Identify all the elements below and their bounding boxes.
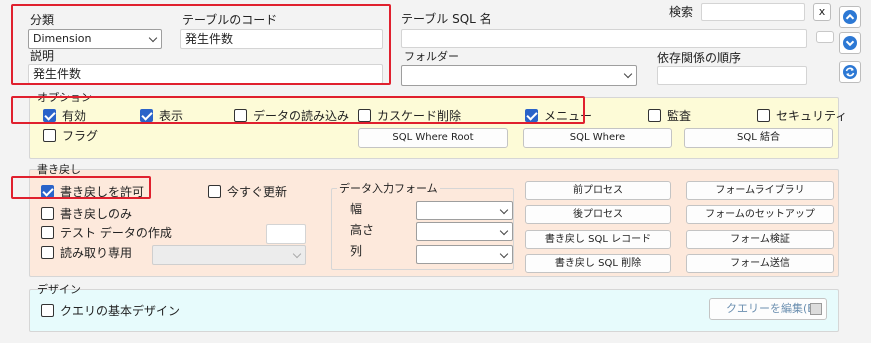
chevron-down-icon	[499, 205, 509, 215]
update-now-label: 今すぐ更新	[227, 185, 288, 199]
form-setup-button[interactable]: フォームのセットアップ	[686, 205, 834, 224]
display-label: 表示	[159, 109, 184, 123]
audit-label: 監査	[667, 109, 692, 123]
folder-label: フォルダー	[404, 50, 459, 63]
table-sql-name-label: テーブル SQL 名	[401, 12, 492, 26]
chevron-down-icon	[292, 249, 302, 259]
checkbox-checked-icon	[43, 109, 56, 122]
flag-label: フラグ	[62, 129, 99, 143]
data-entry-form-legend: データ入力フォーム	[337, 180, 440, 196]
checkbox-icon	[43, 129, 56, 142]
checkbox-icon	[41, 246, 54, 259]
form-send-button[interactable]: フォーム送信	[686, 254, 834, 273]
dependency-label: 依存関係の順序	[657, 51, 742, 65]
column-label: 列	[350, 244, 363, 258]
search-label: 検索	[669, 5, 694, 19]
audit-checkbox[interactable]: 監査	[648, 107, 691, 124]
read-only-checkbox[interactable]: 読み取り専用	[41, 244, 132, 261]
sql-where-root-button[interactable]: SQL Where Root	[358, 128, 508, 148]
refresh-button[interactable]	[839, 61, 861, 83]
dependency-field[interactable]	[657, 66, 807, 85]
form-library-button[interactable]: フォームライブラリ	[686, 181, 834, 200]
edit-query-label: クエリーを編集(E)	[726, 302, 819, 315]
checkbox-icon	[757, 109, 770, 122]
chevron-down-icon	[499, 226, 509, 236]
toggle-button[interactable]	[816, 31, 834, 43]
menu-label: メニュー	[544, 109, 593, 123]
folder-select[interactable]	[401, 65, 637, 86]
writeback-sql-record-button[interactable]: 書き戻し SQL レコード	[525, 230, 671, 249]
checkbox-icon	[234, 109, 247, 122]
chevron-down-icon	[843, 36, 857, 50]
valid-checkbox[interactable]: 有効	[43, 107, 86, 124]
chevron-down-icon	[499, 249, 509, 259]
read-only-label: 読み取り専用	[60, 246, 133, 260]
form-validate-button[interactable]: フォーム検証	[686, 230, 834, 249]
checkbox-icon	[41, 207, 54, 220]
chevron-up-icon	[843, 10, 857, 24]
writeback-only-checkbox[interactable]: 書き戻しのみ	[41, 205, 132, 222]
writeback-legend: 書き戻し	[37, 163, 81, 176]
design-legend: デザイン	[37, 283, 81, 296]
width-label: 幅	[350, 202, 363, 216]
checkbox-icon	[358, 109, 371, 122]
menu-checkbox[interactable]: メニュー	[525, 107, 592, 124]
checkbox-icon	[41, 226, 54, 239]
height-select[interactable]	[416, 222, 513, 241]
category-select-value: Dimension	[33, 32, 92, 45]
table-code-field[interactable]: 発生件数	[180, 29, 383, 49]
chevron-down-icon	[148, 33, 158, 43]
post-process-button[interactable]: 後プロセス	[525, 205, 671, 224]
checkbox-icon	[41, 304, 54, 317]
search-clear-button[interactable]: x	[813, 3, 831, 21]
writeback-sql-delete-button[interactable]: 書き戻し SQL 削除	[525, 254, 671, 273]
cascade-delete-checkbox[interactable]: カスケード削除	[358, 107, 461, 124]
test-data-checkbox[interactable]: テスト データの作成	[41, 224, 172, 241]
edit-query-button[interactable]: クエリーを編集(E)	[709, 298, 827, 320]
search-input[interactable]	[701, 3, 805, 21]
checkbox-icon	[208, 185, 221, 198]
checkbox-checked-icon	[140, 109, 153, 122]
checkbox-icon	[648, 109, 661, 122]
column-select[interactable]	[416, 245, 513, 264]
security-checkbox[interactable]: セキュリティ	[757, 107, 847, 124]
sql-join-button[interactable]: SQL 結合	[684, 128, 833, 148]
move-up-button[interactable]	[839, 6, 861, 28]
update-now-checkbox[interactable]: 今すぐ更新	[208, 183, 287, 200]
checkbox-checked-icon	[41, 185, 54, 198]
read-only-select	[152, 245, 306, 265]
checkbox-checked-icon	[525, 109, 538, 122]
query-grid-icon	[810, 303, 822, 315]
table-sql-name-field[interactable]	[401, 29, 807, 48]
table-code-label: テーブルのコード	[182, 13, 278, 27]
description-field[interactable]: 発生件数	[28, 64, 383, 84]
close-icon: x	[818, 5, 826, 18]
sql-where-button[interactable]: SQL Where	[523, 128, 672, 148]
test-data-field[interactable]	[266, 224, 306, 244]
category-label: 分類	[30, 13, 55, 27]
description-label: 説明	[30, 49, 55, 63]
options-legend: オプション	[37, 91, 92, 104]
test-data-label: テスト データの作成	[60, 226, 172, 240]
query-basic-design-label: クエリの基本デザイン	[60, 304, 181, 318]
data-loading-checkbox[interactable]: データの読み込み	[234, 107, 349, 124]
security-label: セキュリティ	[776, 109, 848, 123]
flag-checkbox[interactable]: フラグ	[43, 127, 98, 144]
query-basic-design-checkbox[interactable]: クエリの基本デザイン	[41, 302, 180, 319]
height-label: 高さ	[350, 223, 375, 237]
move-down-button[interactable]	[839, 32, 861, 54]
writeback-only-label: 書き戻しのみ	[60, 207, 133, 221]
allow-writeback-checkbox[interactable]: 書き戻しを許可	[41, 183, 144, 200]
data-loading-label: データの読み込み	[253, 109, 350, 123]
width-select[interactable]	[416, 201, 513, 220]
valid-label: 有効	[62, 109, 87, 123]
category-select[interactable]: Dimension	[28, 29, 162, 49]
refresh-icon	[843, 65, 857, 79]
display-checkbox[interactable]: 表示	[140, 107, 183, 124]
allow-writeback-label: 書き戻しを許可	[60, 185, 145, 199]
chevron-down-icon	[623, 69, 633, 79]
cascade-delete-label: カスケード削除	[377, 109, 462, 123]
pre-process-button[interactable]: 前プロセス	[525, 181, 671, 200]
